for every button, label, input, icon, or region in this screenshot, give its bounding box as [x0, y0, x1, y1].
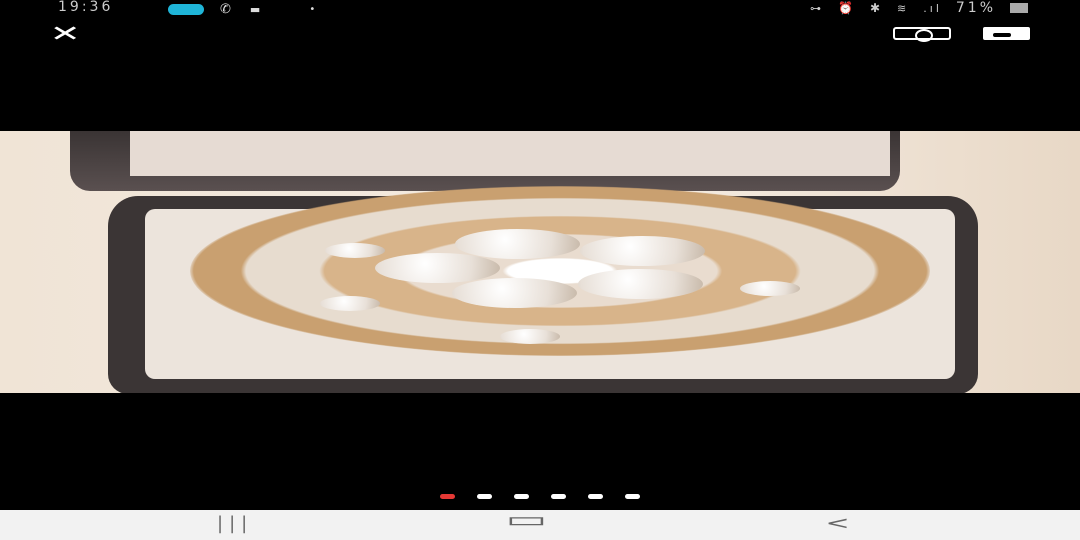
pearl: [580, 236, 705, 266]
page-dot[interactable]: [477, 494, 492, 499]
signal-icon: .ıl: [923, 1, 942, 15]
viber-icon: ✆: [220, 2, 234, 17]
pearl: [455, 229, 580, 259]
brooch-photo[interactable]: [0, 131, 1080, 393]
wifi-icon: ≋: [897, 1, 910, 15]
home-button[interactable]: ▭: [506, 508, 548, 533]
bluetooth-icon: ✱: [869, 1, 884, 15]
notification-icon: ▬: [249, 3, 264, 16]
recent-apps-button[interactable]: |||: [217, 513, 253, 534]
page-indicator: [440, 494, 640, 499]
close-icon[interactable]: ✕: [50, 22, 81, 47]
alarm-icon: ⏰: [838, 1, 856, 15]
page-dot[interactable]: [588, 494, 603, 499]
link-pill-icon: [168, 4, 204, 15]
pearl: [740, 281, 800, 296]
back-button[interactable]: <: [825, 513, 849, 534]
battery-icon: [1010, 3, 1028, 13]
brooch: [190, 186, 930, 356]
camera-icon[interactable]: [893, 27, 951, 42]
key-icon: ⊶: [810, 1, 825, 15]
navigation-bar: ||| ▭ <: [0, 508, 1080, 540]
clock: 19:36: [58, 0, 114, 15]
page-dot[interactable]: [551, 494, 566, 499]
pearl: [325, 243, 385, 258]
pearl: [375, 253, 500, 283]
battery-percent: 71%: [955, 0, 996, 16]
status-bar: 19:36 ✆ ▬ • ⊶ ⏰ ✱ ≋ .ıl 71%: [0, 0, 1080, 17]
page-dot[interactable]: [625, 494, 640, 499]
dot-icon: •: [309, 4, 319, 15]
pearl: [578, 269, 703, 299]
pearl: [500, 329, 560, 344]
page-dot[interactable]: [514, 494, 529, 499]
page-dot-active[interactable]: [440, 494, 455, 499]
save-icon[interactable]: [983, 27, 1030, 40]
pearl: [320, 296, 380, 311]
pearl: [452, 278, 577, 308]
